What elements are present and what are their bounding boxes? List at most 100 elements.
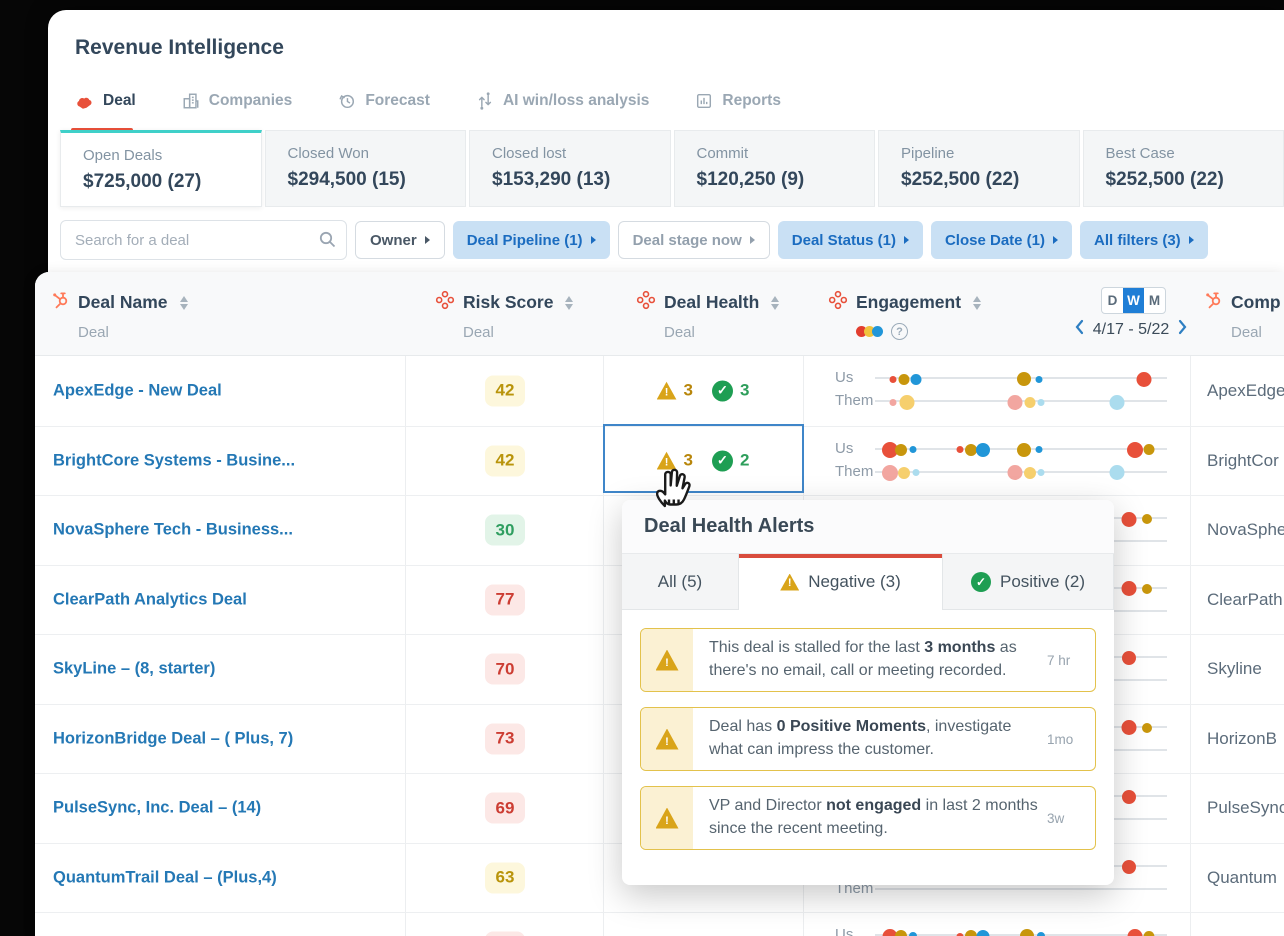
sort-control[interactable] xyxy=(973,295,982,310)
popover-tab-positive-2-[interactable]: ✓ Positive (2) xyxy=(943,554,1114,610)
engagement-dot xyxy=(1122,790,1137,804)
alert-time: 3w xyxy=(1047,810,1065,826)
engagement-dot xyxy=(1109,394,1125,410)
companies-icon xyxy=(182,92,200,110)
tab-label: Companies xyxy=(208,92,293,109)
engagement-dot xyxy=(881,464,898,481)
engagement-them-track[interactable] xyxy=(875,464,1167,481)
tab-deal[interactable]: Deal xyxy=(71,92,136,132)
summary-card-closed-lost[interactable]: Closed lost $153,290 (13) xyxy=(469,130,671,207)
engagement-dot xyxy=(956,932,964,936)
column-label: Engagement xyxy=(856,292,962,312)
engagement-us-label: Us xyxy=(835,439,854,457)
card-value: $725,000 (27) xyxy=(83,171,202,192)
ai-winloss-icon xyxy=(476,92,494,110)
legend-dot xyxy=(872,326,883,337)
engagement-dot xyxy=(912,469,920,476)
risk-score-badge: 77 xyxy=(485,584,525,616)
help-icon[interactable]: ? xyxy=(891,323,908,340)
filter-chip-deal-pipeline-1-[interactable]: Deal Pipeline (1) xyxy=(452,221,610,259)
column-sublabel: Deal xyxy=(664,324,695,341)
toggle-D[interactable]: D xyxy=(1102,288,1123,313)
deal-name-link[interactable]: QuantumTrail Deal – (Plus,4) xyxy=(53,868,277,887)
company-name: ClearPath xyxy=(1207,589,1283,609)
summary-card-best-case[interactable]: Best Case $252,500 (22) xyxy=(1082,130,1284,207)
popover-title: Deal Health Alerts xyxy=(644,515,815,537)
risk-score-badge: 63 xyxy=(485,862,525,894)
filter-chip-all-filters-3-[interactable]: All filters (3) xyxy=(1080,221,1208,259)
engagement-dot xyxy=(1007,394,1023,410)
engagement-dot xyxy=(889,398,897,406)
toggle-W[interactable]: W xyxy=(1123,288,1144,313)
deal-health-cell[interactable]: ! 3 ✓ 2 xyxy=(603,450,803,472)
search-input[interactable] xyxy=(60,220,347,260)
sort-control[interactable] xyxy=(565,295,574,310)
summary-card-closed-won[interactable]: Closed Won $294,500 (15) xyxy=(264,130,466,207)
deal-name-link[interactable]: SkyLine – (8, starter) xyxy=(53,660,215,679)
engagement-dot xyxy=(1143,444,1155,455)
sort-control[interactable] xyxy=(771,295,780,310)
engagement-them-track[interactable] xyxy=(875,394,1167,410)
company-name: ApexEdge xyxy=(1207,380,1284,400)
flower-logo-icon xyxy=(828,290,848,315)
engagement-dot xyxy=(976,442,991,457)
filter-chip-owner[interactable]: Owner xyxy=(355,221,445,259)
tab-label: Forecast xyxy=(365,92,430,109)
deal-name-link[interactable]: ApexEdge - New Deal xyxy=(53,381,222,400)
tab-forecast[interactable]: Forecast xyxy=(338,92,430,114)
engagement-dot xyxy=(1023,466,1036,479)
engagement-us-track[interactable] xyxy=(875,441,1167,458)
card-label: Closed lost xyxy=(492,145,567,162)
warning-icon: ! xyxy=(655,649,679,671)
engagement-us-track[interactable] xyxy=(875,371,1167,387)
summary-card-pipeline[interactable]: Pipeline $252,500 (22) xyxy=(878,130,1080,207)
chevron-right-icon[interactable] xyxy=(1178,319,1188,340)
engagement-dot xyxy=(1035,375,1043,383)
engagement-dot xyxy=(895,930,908,936)
filter-chip-deal-status-1-[interactable]: Deal Status (1) xyxy=(777,221,923,259)
column-label: Comp xyxy=(1231,292,1281,312)
forecast-icon xyxy=(338,92,356,110)
popover-tab-all-5-[interactable]: All (5) xyxy=(622,554,739,610)
sort-control[interactable] xyxy=(179,295,188,310)
tab-ai-win-loss-analysis[interactable]: AI win/loss analysis xyxy=(476,92,649,114)
popover-tab-label: Negative (3) xyxy=(808,572,901,591)
engagement-us-label: Us xyxy=(835,369,854,386)
filter-chip-close-date-1-[interactable]: Close Date (1) xyxy=(930,221,1072,259)
deal-name-link[interactable]: ClearPath Analytics Deal xyxy=(53,590,247,609)
filter-chips: Owner Deal Pipeline (1) Deal stage now D… xyxy=(355,221,1208,259)
alert-stripe: ! xyxy=(641,629,693,691)
column-label: Deal Name xyxy=(78,292,168,312)
alert-stripe: ! xyxy=(641,708,693,770)
tab-reports[interactable]: Reports xyxy=(695,92,781,114)
summary-card-commit[interactable]: Commit $120,250 (9) xyxy=(673,130,875,207)
deal-name-link[interactable]: NovaSphere Tech - Business... xyxy=(53,521,293,540)
summary-card-open-deals[interactable]: Open Deals $725,000 (27) xyxy=(60,130,262,207)
engagement-dot xyxy=(1037,469,1045,476)
table-row: BrightCore Systems - Busine... 42 ! 3 ✓ 2 U… xyxy=(35,425,1284,496)
deal-health-cell[interactable]: ! 3 ✓ 3 xyxy=(603,380,803,402)
flower-logo-icon xyxy=(636,290,656,315)
engagement-dot xyxy=(908,932,917,936)
deal-name-link[interactable]: BrightCore Systems - Busine... xyxy=(53,451,295,470)
deal-name-link[interactable]: HorizonBridge Deal – ( Plus, 7) xyxy=(53,729,293,748)
deal-name-link[interactable]: PulseSync, Inc. Deal – (14) xyxy=(53,799,261,818)
card-value: $252,500 (22) xyxy=(1105,169,1224,190)
column-header-engagement: Engagement ? xyxy=(828,290,982,340)
engagement-dot xyxy=(899,394,915,410)
date-range-label: 4/17 - 5/22 xyxy=(1092,320,1170,338)
filter-chip-deal-stage-now[interactable]: Deal stage now xyxy=(617,221,770,259)
toggle-M[interactable]: M xyxy=(1144,288,1165,313)
chevron-left-icon[interactable] xyxy=(1074,319,1084,340)
column-label: Deal Health xyxy=(664,292,760,312)
tab-companies[interactable]: Companies xyxy=(182,92,293,114)
engagement-them-track[interactable] xyxy=(875,887,1167,890)
chip-label: All filters (3) xyxy=(1094,231,1181,249)
popover-tabs: All (5) ! Negative (3) ✓ Positive (2) xyxy=(622,554,1114,610)
company-name: Skyline xyxy=(1207,659,1262,679)
company-name: PulseSync xyxy=(1207,798,1284,818)
engagement-us-label: Us xyxy=(835,926,854,936)
engagement-dot xyxy=(1143,930,1155,936)
engagement-dot xyxy=(976,929,990,936)
popover-tab-negative-3-[interactable]: ! Negative (3) xyxy=(739,554,943,610)
